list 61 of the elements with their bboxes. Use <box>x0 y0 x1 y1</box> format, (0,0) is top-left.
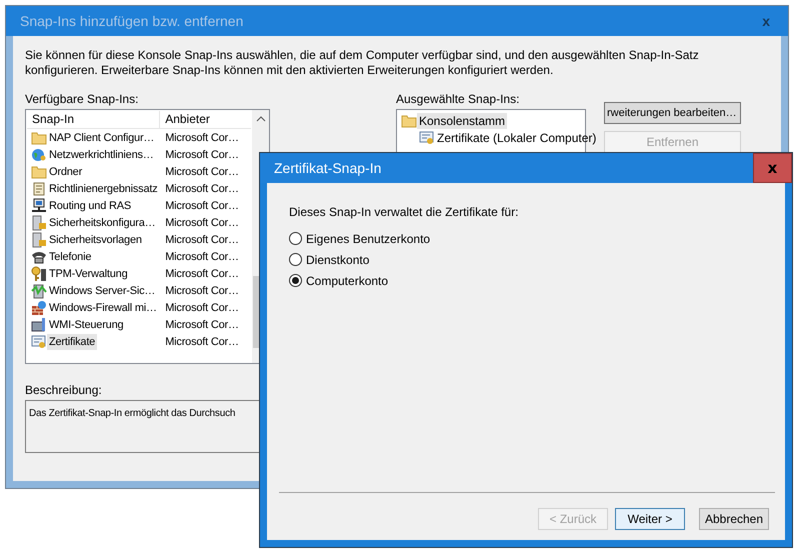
folder-icon <box>31 164 47 180</box>
certificate-icon <box>31 334 47 350</box>
snapin-name[interactable]: Windows-Firewall mi… <box>47 300 159 316</box>
vendor-cell-text: Microsoft Cor… <box>164 166 240 178</box>
dialog-title: Zertifikat-Snap-In <box>274 160 382 176</box>
snapin-name[interactable]: Zertifikate <box>47 334 98 350</box>
vendor-cell-text: Microsoft Cor… <box>164 250 240 262</box>
snapin-name[interactable]: Netzwerkrichtliniens… <box>47 146 156 162</box>
prompt-text: Dieses Snap-In verwaltet die Zertifikate für: <box>289 205 520 219</box>
key-icon <box>31 266 47 282</box>
snapin-name[interactable]: Ordner <box>47 164 84 180</box>
option-label[interactable]: Eigenes Benutzerkonto <box>306 232 430 246</box>
firewall-icon <box>31 300 47 316</box>
snapin-name[interactable]: Windows Server-Sic… <box>47 282 158 298</box>
vendor-cell-text: Microsoft Cor… <box>164 234 240 246</box>
radio-button[interactable] <box>289 232 302 245</box>
scroll-icon <box>31 180 47 196</box>
radio-button[interactable] <box>289 253 302 266</box>
vendor-cell-text: Microsoft Cor… <box>164 268 240 280</box>
scroll-up-icon[interactable] <box>256 115 266 123</box>
vendor-cell-text: Microsoft Cor… <box>164 132 240 144</box>
selected-label: Ausgewählte Snap-Ins: <box>396 92 520 106</box>
vendor-cell-text: Microsoft Cor… <box>164 284 240 296</box>
server-lock-icon <box>31 232 47 248</box>
vendor-cell-text: Microsoft Cor… <box>164 318 240 330</box>
close-button[interactable]: x <box>753 153 792 183</box>
column-header[interactable]: Anbieter <box>160 111 251 128</box>
folder-icon <box>401 112 417 128</box>
description-text: Das Zertifikat-Snap-In ermöglicht das Durchsuch <box>29 408 236 419</box>
window-title: Snap-Ins hinzufügen bzw. entfernen <box>20 13 244 29</box>
vendor-cell-text: Microsoft Cor… <box>164 336 240 348</box>
globe-key-icon <box>31 146 47 162</box>
intro-text: Sie können für diese Konsole Snap-Ins auswählen, die auf dem Computer verfügbar sind, und den ausgewählten Snap-In-Satz konfigurieren. Erweiterbare Snap-Ins können mit den aktivierten Erweiterungen konfiguriert werden. <box>25 48 700 78</box>
vendor-cell-text: Microsoft Cor… <box>164 182 240 194</box>
next-button[interactable]: Weiter > <box>615 508 685 530</box>
snapin-name[interactable]: Telefonie <box>47 248 94 264</box>
available-label: Verfügbare Snap-Ins: <box>25 92 140 106</box>
radio-button[interactable] <box>289 274 302 287</box>
option-label[interactable]: Dienstkonto <box>306 252 370 266</box>
option-label[interactable]: Computerkonto <box>306 274 388 288</box>
vendor-cell-text: Microsoft Cor… <box>164 216 240 228</box>
folder-icon <box>31 130 47 146</box>
snapin-name[interactable]: NAP Client Configur… <box>47 130 156 146</box>
snapin-name[interactable]: TPM-Verwaltung <box>47 266 130 282</box>
cancel-button[interactable]: Abbrechen <box>699 508 769 530</box>
certificate-icon <box>419 130 435 146</box>
column-header[interactable]: Snap-In <box>27 111 160 128</box>
vendor-cell-text: Microsoft Cor… <box>164 302 240 314</box>
snapin-name[interactable]: Sicherheitskonfigura… <box>47 214 158 230</box>
tree-item[interactable]: Zertifikate (Lokaler Computer) <box>435 130 598 146</box>
description-label: Beschreibung: <box>25 383 103 397</box>
edit-extensions-button[interactable]: rweiterungen bearbeiten… <box>604 102 741 124</box>
server-lock-icon <box>31 214 47 230</box>
snapin-name[interactable]: Routing und RAS <box>47 198 133 214</box>
tree-item[interactable]: Konsolenstamm <box>417 112 508 128</box>
computer-icon <box>31 198 47 214</box>
vendor-cell-text: Microsoft Cor… <box>164 200 240 212</box>
snapin-name[interactable]: Richtlinienergebnissatz <box>47 180 160 196</box>
vendor-cell-text: Microsoft Cor… <box>164 148 240 160</box>
snapin-name[interactable]: Sicherheitsvorlagen <box>47 232 144 248</box>
snapin-name[interactable]: WMI-Steuerung <box>47 316 126 332</box>
